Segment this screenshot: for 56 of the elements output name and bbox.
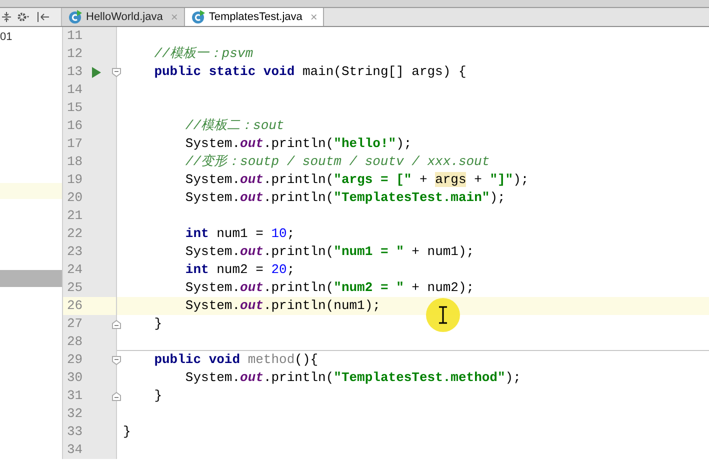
code-line: } <box>153 315 162 333</box>
fold-icon[interactable] <box>112 68 121 76</box>
line-number: 26 <box>66 297 84 316</box>
class-file-icon <box>190 10 205 24</box>
code-line: System.out.println(num1); <box>184 297 380 315</box>
line-number: 30 <box>66 369 84 388</box>
scroll-marker <box>0 270 62 287</box>
fold-icon[interactable] <box>112 392 121 400</box>
line-number: 20 <box>66 189 84 208</box>
code-line: System.out.println("num1 = " + num1); <box>184 243 474 261</box>
code-line: public void method(){ <box>153 351 318 369</box>
class-file-icon <box>68 10 82 24</box>
line-number: 25 <box>66 279 84 298</box>
code-line: System.out.println("TemplatesTest.main"); <box>184 189 506 207</box>
line-number: 34 <box>66 441 84 460</box>
collapse-icon[interactable] <box>2 12 11 22</box>
code-line: int num2 = 20; <box>184 261 295 279</box>
code-line: } <box>123 423 131 441</box>
fold-icon[interactable] <box>112 320 121 328</box>
editor-tab[interactable]: TemplatesTest.java × <box>184 8 324 26</box>
selected-row <box>0 183 62 199</box>
code-line: } <box>153 387 162 405</box>
line-number: 22 <box>66 225 84 244</box>
code-line: public static void main(String[] args) { <box>153 63 466 81</box>
line-number: 28 <box>66 333 84 352</box>
code-line: //模板一：psvm <box>153 45 254 63</box>
line-number: 15 <box>66 99 84 118</box>
editor-tab[interactable]: HelloWorld.java × <box>62 8 185 26</box>
line-number: 13 <box>66 63 84 82</box>
code-line: System.out.println("TemplatesTest.method"); <box>184 369 521 387</box>
line-number: 29 <box>66 351 84 370</box>
code-line: //模板二：sout <box>184 117 284 135</box>
line-number: 24 <box>66 261 84 280</box>
line-number: 18 <box>66 153 84 172</box>
run-icon[interactable] <box>92 66 100 78</box>
settings-icon[interactable] <box>17 12 31 22</box>
line-number: 17 <box>66 135 84 154</box>
line-number: 11 <box>66 27 84 46</box>
code-line: System.out.println("num2 = " + num2); <box>184 279 474 297</box>
code-line: System.out.println("args = [" + args + "]"); <box>184 171 529 189</box>
text-cursor-icon <box>425 297 461 333</box>
line-number: 19 <box>66 171 84 190</box>
line-number: 32 <box>66 405 84 424</box>
code-line: System.out.println("hello!"); <box>184 135 412 153</box>
code-line: int num1 = 10; <box>184 225 295 243</box>
line-number: 31 <box>66 387 84 406</box>
line-number: 12 <box>66 45 84 64</box>
line-number: 21 <box>66 207 84 226</box>
line-number: 23 <box>66 243 84 262</box>
code-line: //变形：soutp / soutm / soutv / xxx.sout <box>184 153 490 171</box>
line-number: 27 <box>66 315 84 334</box>
line-number: 14 <box>66 81 84 100</box>
fold-icon[interactable] <box>112 356 121 364</box>
tree-item[interactable]: 01 <box>0 27 62 46</box>
line-number: 33 <box>66 423 84 442</box>
line-number: 16 <box>66 117 84 136</box>
